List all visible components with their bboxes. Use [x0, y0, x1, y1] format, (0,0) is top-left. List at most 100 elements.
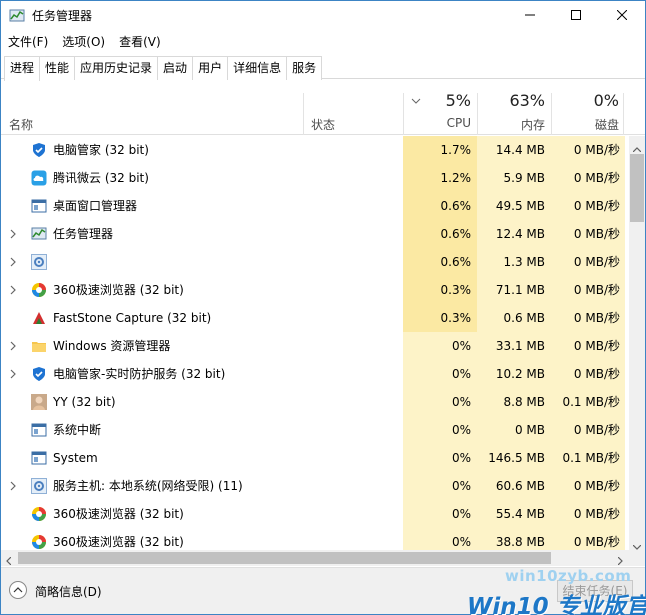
column-name[interactable]: 名称 [9, 116, 33, 133]
tab-startup[interactable]: 启动 [157, 56, 194, 80]
column-separator[interactable] [623, 93, 624, 135]
cpu-value: 0% [451, 479, 471, 493]
table-row[interactable]: 腾讯微云 (32 bit) 1.2% 5.9 MB 0 MB/秒 [1, 164, 629, 192]
tab-services[interactable]: 服务 [286, 56, 323, 80]
expand-chevron-icon[interactable] [10, 368, 16, 382]
shield-icon [31, 142, 47, 158]
column-cpu[interactable]: 5% CPU [403, 89, 477, 135]
column-memory[interactable]: 63% 内存 [477, 89, 551, 135]
process-name: System [53, 451, 98, 465]
disk-value: 0 MB/秒 [573, 143, 620, 157]
cpu-value: 0.6% [440, 255, 472, 269]
minimize-button[interactable] [507, 1, 553, 31]
close-button[interactable] [599, 1, 645, 31]
tab-performance[interactable]: 性能 [39, 56, 76, 80]
tab-details[interactable]: 详细信息 [227, 56, 288, 80]
tab-users[interactable]: 用户 [192, 56, 229, 80]
title-bar[interactable]: 任务管理器 [1, 1, 645, 31]
memory-value: 10.2 MB [495, 367, 545, 381]
window-title: 任务管理器 [32, 9, 93, 23]
process-list: 电脑管家 (32 bit) 1.7% 14.4 MB 0 MB/秒 腾讯微云 (32 b… [1, 136, 629, 550]
table-row[interactable]: 电脑管家-实时防护服务 (32 bit) 0% 10.2 MB 0 MB/秒 [1, 360, 629, 388]
table-row[interactable]: Windows 资源管理器 0% 33.1 MB 0 MB/秒 [1, 332, 629, 360]
table-row[interactable]: YY (32 bit) 0% 8.8 MB 0.1 MB/秒 [1, 388, 629, 416]
menu-file[interactable]: 文件(F) [1, 31, 55, 53]
cpu-percent: 5% [445, 91, 471, 110]
table-row[interactable]: 桌面窗口管理器 0.6% 49.5 MB 0 MB/秒 [1, 192, 629, 220]
expand-chevron-icon[interactable] [10, 340, 16, 354]
menu-view[interactable]: 查看(V) [112, 31, 168, 53]
expand-chevron-icon[interactable] [10, 284, 16, 298]
fewer-details-button[interactable] [9, 581, 27, 599]
task-manager-icon [9, 8, 25, 24]
process-name: Windows 资源管理器 [53, 339, 171, 353]
memory-value: 8.8 MB [503, 395, 545, 409]
table-row[interactable]: FastStone Capture (32 bit) 0.3% 0.6 MB 0 MB… [1, 304, 629, 332]
cpu-value: 1.7% [440, 143, 472, 157]
scroll-up-icon[interactable] [632, 141, 642, 155]
browser-icon [31, 506, 47, 522]
table-row[interactable]: System 0% 146.5 MB 0.1 MB/秒 [1, 444, 629, 472]
memory-percent: 63% [509, 91, 545, 110]
column-separator[interactable] [303, 93, 304, 135]
process-name: 服务主机: 本地系统(网络受限) (11) [53, 479, 243, 493]
horizontal-scrollbar[interactable] [1, 550, 629, 566]
avatar-icon [31, 394, 47, 410]
table-row[interactable]: 系统中断 0% 0 MB 0 MB/秒 [1, 416, 629, 444]
cpu-value: 0.3% [440, 311, 472, 325]
memory-value: 0 MB [514, 423, 545, 437]
expand-chevron-icon[interactable] [10, 256, 16, 270]
tab-app-history[interactable]: 应用历史记录 [74, 56, 159, 80]
table-row[interactable]: 0.6% 1.3 MB 0 MB/秒 [1, 248, 629, 276]
scroll-left-icon[interactable] [6, 554, 12, 568]
table-row[interactable]: 电脑管家 (32 bit) 1.7% 14.4 MB 0 MB/秒 [1, 136, 629, 164]
window-icon [31, 198, 47, 214]
table-row[interactable]: 任务管理器 0.6% 12.4 MB 0 MB/秒 [1, 220, 629, 248]
maximize-button[interactable] [553, 1, 599, 31]
gear-icon [31, 478, 47, 494]
cpu-value: 0% [451, 395, 471, 409]
memory-value: 38.8 MB [495, 535, 545, 549]
menu-bar: 文件(F) 选项(O) 查看(V) [1, 31, 645, 53]
tab-processes[interactable]: 进程 [4, 56, 41, 81]
vertical-scroll-thumb[interactable] [630, 154, 644, 222]
table-row[interactable]: 服务主机: 本地系统(网络受限) (11) 0% 60.6 MB 0 MB/秒 [1, 472, 629, 500]
chevron-up-icon [13, 587, 23, 593]
watermark-brand: Win10 专业版官网 [467, 594, 646, 615]
memory-value: 60.6 MB [495, 479, 545, 493]
menu-options[interactable]: 选项(O) [55, 31, 112, 53]
table-row[interactable]: 360极速浏览器 (32 bit) 0.3% 71.1 MB 0 MB/秒 [1, 276, 629, 304]
gear-icon [31, 254, 47, 270]
browser-icon [31, 534, 47, 550]
expand-chevron-icon[interactable] [10, 480, 16, 494]
vertical-scrollbar[interactable] [629, 136, 645, 550]
fewer-details-label[interactable]: 简略信息(D) [35, 583, 102, 600]
column-disk[interactable]: 0% 磁盘 [551, 89, 625, 135]
memory-value: 71.1 MB [495, 283, 545, 297]
table-row[interactable]: 360极速浏览器 (32 bit) 0% 55.4 MB 0 MB/秒 [1, 500, 629, 528]
disk-value: 0 MB/秒 [573, 227, 620, 241]
cpu-value: 0% [451, 507, 471, 521]
disk-value: 0 MB/秒 [573, 311, 620, 325]
task-manager-icon [31, 226, 47, 242]
column-status[interactable]: 状态 [311, 116, 335, 133]
minimize-icon [525, 9, 535, 23]
cpu-value: 0% [451, 339, 471, 353]
horizontal-scroll-thumb[interactable] [18, 552, 551, 564]
close-icon [616, 9, 628, 23]
disk-value: 0 MB/秒 [573, 199, 620, 213]
memory-value: 146.5 MB [488, 451, 545, 465]
maximize-icon [571, 9, 581, 23]
window-icon [31, 422, 47, 438]
memory-value: 12.4 MB [495, 227, 545, 241]
process-name: 桌面窗口管理器 [53, 199, 138, 213]
expand-chevron-icon[interactable] [10, 228, 16, 242]
memory-value: 0.6 MB [503, 311, 545, 325]
memory-value: 33.1 MB [495, 339, 545, 353]
table-row[interactable]: 360极速浏览器 (32 bit) 0% 38.8 MB 0 MB/秒 [1, 528, 629, 550]
cpu-value: 1.2% [440, 171, 472, 185]
cpu-value: 0.6% [440, 227, 472, 241]
process-name: 任务管理器 [53, 227, 114, 241]
scroll-right-icon[interactable] [617, 554, 623, 568]
disk-percent: 0% [593, 91, 619, 110]
